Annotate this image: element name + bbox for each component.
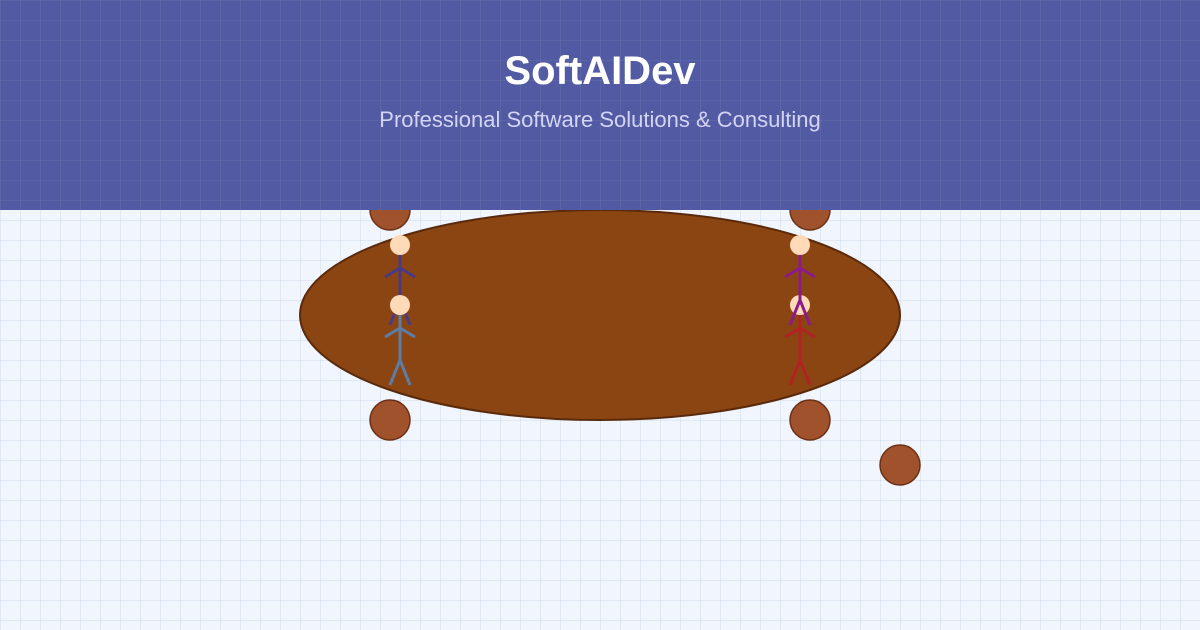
chair-top-outer-right	[879, 144, 921, 186]
chair-bottom-left	[369, 399, 411, 441]
chair-top-outer-left	[279, 144, 321, 186]
chair-bottom-right	[789, 399, 831, 441]
chair-top-right	[789, 189, 831, 231]
meeting-scene	[279, 144, 921, 486]
person-head	[390, 295, 410, 315]
person-head	[790, 235, 810, 255]
chair-bottom-outer-right	[879, 444, 921, 486]
chair-top-left	[369, 189, 411, 231]
conference-table	[299, 209, 901, 421]
person-head	[390, 235, 410, 255]
